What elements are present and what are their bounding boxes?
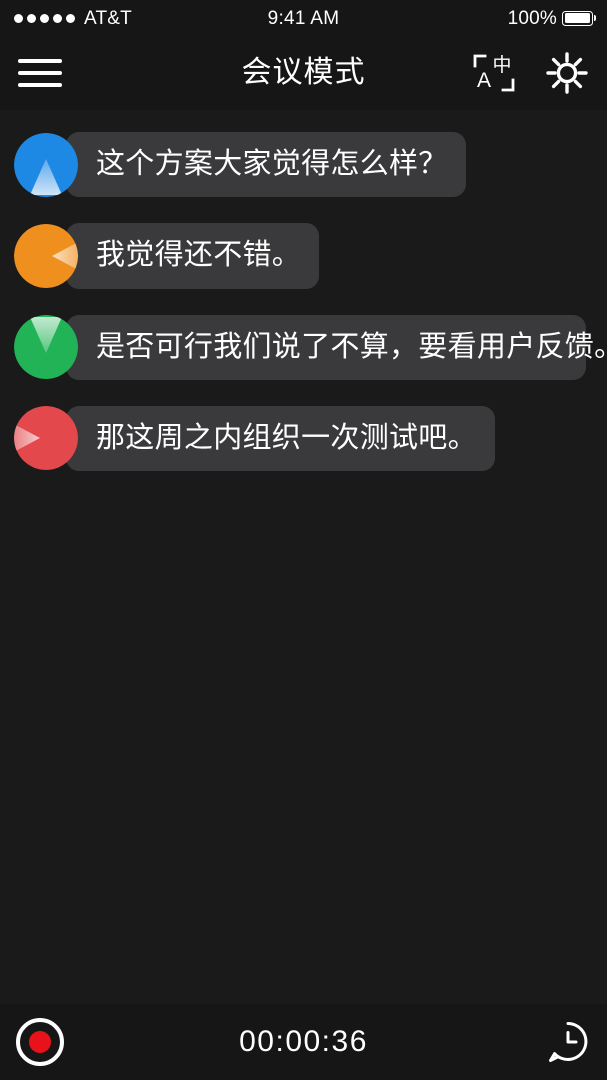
status-bar: AT&T 9:41 AM 100% — [0, 0, 607, 36]
record-button[interactable] — [14, 1016, 66, 1068]
record-icon — [16, 1018, 64, 1066]
transcript-bubble[interactable]: 这个方案大家觉得怎么样？ — [66, 132, 466, 198]
history-button[interactable] — [541, 1016, 593, 1068]
recording-timer: 00:00:36 — [239, 1025, 368, 1058]
speaker-avatar-north[interactable] — [14, 132, 78, 197]
transcript-list[interactable]: 这个方案大家觉得怎么样？ 我觉得还不错。 是否可行我们说了不算，要看用户反馈。 … — [0, 110, 607, 1004]
translate-button[interactable]: A 中 — [471, 50, 517, 96]
translate-icon: A 中 — [473, 54, 515, 92]
battery-icon — [562, 10, 597, 26]
transcript-bubble[interactable]: 我觉得还不错。 — [66, 223, 320, 289]
gear-icon — [546, 52, 588, 94]
transcript-row[interactable]: 那这周之内组织一次测试吧。 — [0, 405, 607, 471]
app-screen: AT&T 9:41 AM 100% 会议模式 A 中 这个方案大家觉得怎么样？ … — [0, 0, 607, 1080]
transcript-row[interactable]: 这个方案大家觉得怎么样？ — [0, 132, 607, 198]
transcript-row[interactable]: 我觉得还不错。 — [0, 223, 607, 289]
bottom-toolbar: 00:00:36 — [0, 1004, 607, 1080]
settings-button[interactable] — [545, 51, 589, 95]
speaker-avatar-east[interactable] — [14, 406, 78, 471]
speaker-avatar-south[interactable] — [14, 315, 78, 380]
transcript-bubble[interactable]: 那这周之内组织一次测试吧。 — [66, 405, 495, 471]
speaker-avatar-west[interactable] — [14, 223, 78, 288]
header-actions: A 中 — [471, 50, 589, 96]
app-header: 会议模式 A 中 — [0, 36, 607, 110]
status-bar-clock: 9:41 AM — [267, 7, 340, 29]
menu-button[interactable] — [18, 56, 62, 90]
transcript-bubble[interactable]: 是否可行我们说了不算，要看用户反馈。 — [66, 314, 607, 380]
svg-text:中: 中 — [492, 54, 511, 76]
hamburger-menu-icon — [18, 56, 62, 90]
svg-text:A: A — [477, 69, 491, 92]
transcript-row[interactable]: 是否可行我们说了不算，要看用户反馈。 — [0, 314, 607, 380]
history-chat-clock-icon — [549, 1022, 588, 1062]
